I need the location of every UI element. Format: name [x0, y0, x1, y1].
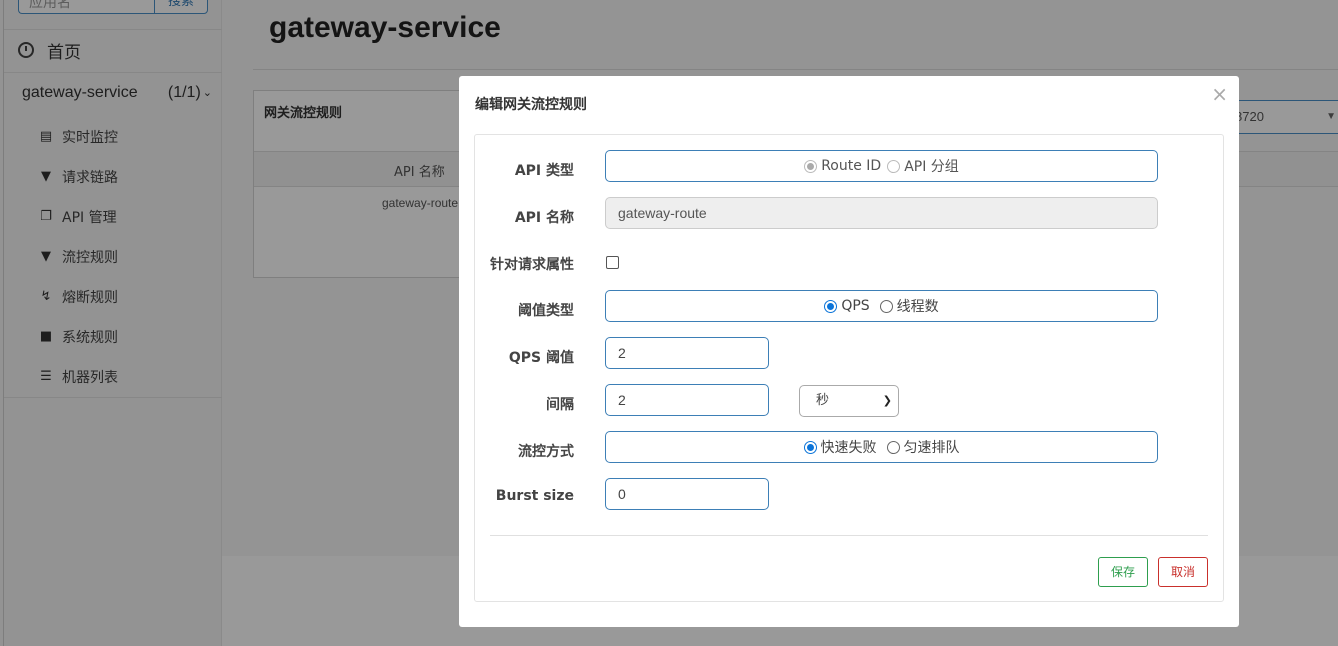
close-icon[interactable]: × [1211, 82, 1228, 106]
radio-dot-icon [879, 299, 893, 313]
param-attribute-checkbox[interactable] [606, 256, 619, 269]
radio-label: 匀速排队 [903, 440, 960, 456]
radio-api-group[interactable]: API 分组 [887, 156, 959, 176]
burst-size-input[interactable]: 0 [605, 478, 769, 510]
dialog-footer-divider [490, 535, 1208, 536]
radio-label: API 分组 [904, 159, 959, 175]
radio-label: Route ID [821, 158, 882, 174]
radio-dot-icon [886, 440, 900, 454]
param-attribute-label: 针对请求属性 [490, 257, 574, 273]
radio-dot-icon [803, 440, 817, 454]
radio-label: 线程数 [896, 299, 939, 315]
api-name-field: gateway-route [605, 197, 1158, 229]
save-button[interactable]: 保存 [1098, 557, 1148, 587]
chevron-down-icon: ❯ [882, 394, 892, 407]
radio-fast-fail[interactable]: 快速失败 [803, 437, 877, 457]
interval-input[interactable]: 2 [605, 384, 769, 416]
radio-dot-icon [804, 159, 818, 173]
interval-unit-value: 秒 [816, 393, 830, 408]
api-type-label: API 类型 [514, 163, 574, 179]
burst-size-label: Burst size [495, 488, 574, 504]
radio-label: 快速失败 [820, 440, 877, 456]
dialog-body: API 类型 Route ID API 分组 API 名称 gateway-ro… [474, 134, 1224, 602]
control-behavior-radio-group: 快速失败 匀速排队 [605, 431, 1158, 463]
dialog-title: 编辑网关流控规则 [475, 97, 587, 113]
qps-threshold-input[interactable]: 2 [605, 337, 769, 369]
api-name-value: gateway-route [618, 205, 707, 221]
radio-rate-limiter[interactable]: 匀速排队 [886, 437, 960, 457]
api-name-label: API 名称 [514, 210, 574, 226]
radio-qps[interactable]: QPS [824, 298, 870, 314]
cancel-button[interactable]: 取消 [1158, 557, 1208, 587]
radio-dot-icon [824, 299, 838, 313]
radio-label: QPS [841, 298, 870, 314]
threshold-type-label: 阈值类型 [518, 303, 574, 319]
interval-unit-select[interactable]: 秒 ❯ [799, 385, 899, 417]
threshold-type-radio-group: QPS 线程数 [605, 290, 1158, 322]
radio-thread-count[interactable]: 线程数 [879, 296, 939, 316]
radio-dot-icon [887, 159, 901, 173]
edit-gateway-flow-rule-dialog: 编辑网关流控规则 × API 类型 Route ID API 分组 API 名称… [459, 76, 1239, 627]
interval-label: 间隔 [546, 397, 574, 413]
radio-route-id[interactable]: Route ID [804, 158, 881, 174]
api-type-radio-group: Route ID API 分组 [605, 150, 1158, 182]
qps-threshold-label: QPS 阈值 [508, 350, 574, 366]
control-behavior-label: 流控方式 [518, 444, 574, 460]
